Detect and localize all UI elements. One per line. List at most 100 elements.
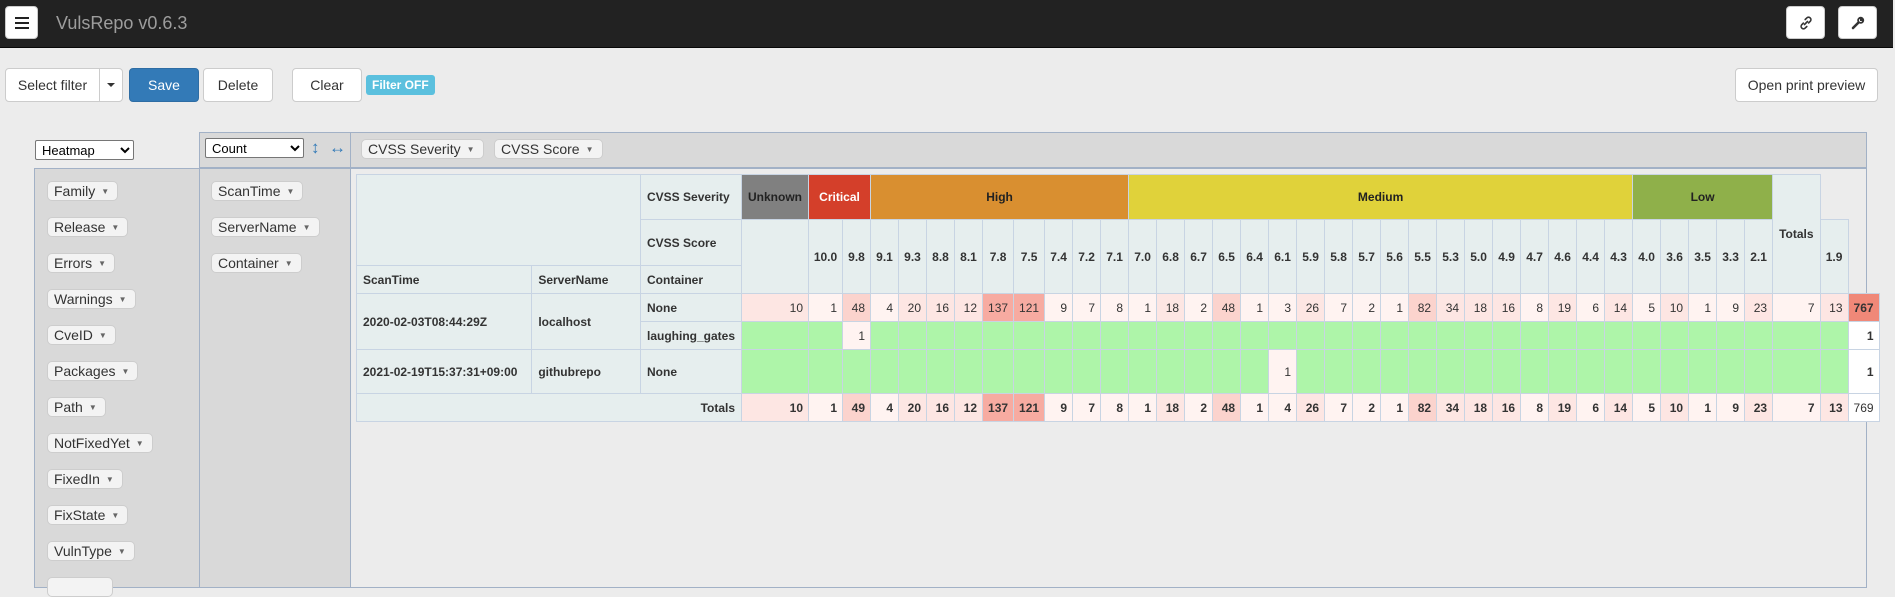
heatmap-cell[interactable]: 7 [1772, 293, 1821, 322]
heatmap-cell[interactable] [870, 321, 900, 350]
heatmap-cell[interactable] [1184, 349, 1214, 394]
column-total[interactable]: 4 [870, 393, 900, 422]
heatmap-cell[interactable] [1520, 321, 1550, 350]
heatmap-cell[interactable] [1436, 349, 1466, 394]
heatmap-cell[interactable] [741, 349, 810, 394]
heatmap-cell[interactable]: 13 [1819, 293, 1849, 322]
heatmap-cell[interactable] [1772, 321, 1821, 350]
clear-button[interactable]: Clear [292, 68, 362, 102]
heatmap-cell[interactable]: 1 [808, 293, 844, 322]
heatmap-cell[interactable]: 9 [1044, 293, 1074, 322]
heatmap-cell[interactable] [1184, 321, 1214, 350]
column-total[interactable]: 6 [1576, 393, 1606, 422]
column-total[interactable]: 48 [1212, 393, 1242, 422]
heatmap-cell[interactable] [1072, 321, 1102, 350]
heatmap-cell[interactable] [898, 321, 928, 350]
heatmap-cell[interactable] [898, 349, 928, 394]
column-total[interactable]: 23 [1744, 393, 1774, 422]
heatmap-cell[interactable] [1156, 321, 1186, 350]
col-attr-cvss-score[interactable]: CVSS Score ▼ [494, 139, 603, 159]
column-total[interactable]: 10 [741, 393, 810, 422]
column-total[interactable]: 1 [1240, 393, 1270, 422]
heatmap-cell[interactable] [1548, 349, 1578, 394]
col-attr-cvss-severity[interactable]: CVSS Severity ▼ [361, 139, 484, 159]
column-total[interactable]: 49 [842, 393, 872, 422]
row-attr-servername[interactable]: ServerName ▼ [211, 217, 320, 237]
heatmap-cell[interactable] [1408, 349, 1438, 394]
heatmap-cell[interactable] [842, 349, 872, 394]
filter-dropdown-toggle[interactable] [99, 68, 123, 102]
attr-release[interactable]: Release ▼ [47, 217, 129, 237]
attr-warnings[interactable]: Warnings ▼ [47, 289, 136, 309]
heatmap-cell[interactable] [1212, 349, 1242, 394]
heatmap-cell[interactable] [1212, 321, 1242, 350]
heatmap-cell[interactable] [954, 349, 984, 394]
column-total[interactable]: 19 [1548, 393, 1578, 422]
row-total[interactable]: 767 [1847, 293, 1880, 322]
heatmap-cell[interactable]: 1 [1240, 293, 1270, 322]
heatmap-cell[interactable]: 9 [1716, 293, 1746, 322]
heatmap-cell[interactable]: 19 [1548, 293, 1578, 322]
heatmap-cell[interactable]: 137 [982, 293, 1015, 322]
heatmap-cell[interactable] [1380, 321, 1410, 350]
attr-partial[interactable] [47, 577, 113, 597]
heatmap-cell[interactable] [1268, 321, 1298, 350]
save-button[interactable]: Save [129, 68, 199, 102]
grand-total[interactable]: 769 [1847, 393, 1880, 422]
heatmap-cell[interactable]: 1 [1128, 293, 1158, 322]
heatmap-cell[interactable] [1464, 321, 1494, 350]
heatmap-cell[interactable] [1436, 321, 1466, 350]
heatmap-cell[interactable]: 1 [1380, 293, 1410, 322]
heatmap-cell[interactable]: 5 [1632, 293, 1662, 322]
heatmap-cell[interactable] [1296, 321, 1326, 350]
column-total[interactable]: 5 [1632, 393, 1662, 422]
column-total[interactable]: 7 [1324, 393, 1354, 422]
column-total[interactable]: 18 [1464, 393, 1494, 422]
heatmap-cell[interactable] [1044, 349, 1074, 394]
column-total[interactable]: 10 [1660, 393, 1690, 422]
heatmap-cell[interactable] [926, 349, 956, 394]
heatmap-cell[interactable]: 48 [1212, 293, 1242, 322]
heatmap-cell[interactable]: 18 [1464, 293, 1494, 322]
heatmap-cell[interactable] [954, 321, 984, 350]
column-total[interactable]: 121 [1013, 393, 1046, 422]
heatmap-cell[interactable] [1576, 321, 1606, 350]
heatmap-cell[interactable] [808, 349, 844, 394]
heatmap-cell[interactable] [1744, 321, 1774, 350]
column-total[interactable]: 12 [954, 393, 984, 422]
heatmap-cell[interactable]: 23 [1744, 293, 1774, 322]
heatmap-cell[interactable] [1324, 321, 1354, 350]
heatmap-cell[interactable]: 20 [898, 293, 928, 322]
heatmap-cell[interactable]: 7 [1072, 293, 1102, 322]
delete-button[interactable]: Delete [203, 68, 273, 102]
heatmap-cell[interactable]: 12 [954, 293, 984, 322]
heatmap-cell[interactable] [1013, 349, 1046, 394]
heatmap-cell[interactable] [926, 321, 956, 350]
column-total[interactable]: 34 [1436, 393, 1466, 422]
row-total[interactable]: 1 [1847, 321, 1880, 350]
heatmap-cell[interactable]: 1 [1688, 293, 1718, 322]
heatmap-cell[interactable] [1380, 349, 1410, 394]
settings-button[interactable] [1838, 6, 1877, 39]
row-order-icon[interactable]: ↕ [311, 138, 320, 158]
heatmap-cell[interactable]: 2 [1184, 293, 1214, 322]
heatmap-cell[interactable] [741, 321, 810, 350]
attr-packages[interactable]: Packages ▼ [47, 361, 139, 381]
menu-toggle-button[interactable] [5, 6, 38, 39]
column-total[interactable]: 137 [982, 393, 1015, 422]
column-total[interactable]: 7 [1072, 393, 1102, 422]
heatmap-cell[interactable]: 8 [1520, 293, 1550, 322]
select-filter-button[interactable]: Select filter [5, 68, 100, 102]
heatmap-cell[interactable] [1240, 321, 1270, 350]
heatmap-cell[interactable] [1819, 321, 1849, 350]
attr-errors[interactable]: Errors ▼ [47, 253, 116, 273]
heatmap-cell[interactable]: 18 [1156, 293, 1186, 322]
attr-fixstate[interactable]: FixState ▼ [47, 505, 129, 525]
heatmap-cell[interactable] [1156, 349, 1186, 394]
heatmap-cell[interactable] [1352, 321, 1382, 350]
col-order-icon[interactable]: ↔ [329, 138, 346, 158]
attr-cveid[interactable]: CveID ▼ [47, 325, 116, 345]
heatmap-cell[interactable] [1072, 349, 1102, 394]
column-total[interactable]: 20 [898, 393, 928, 422]
row-attr-container[interactable]: Container ▼ [211, 253, 302, 273]
